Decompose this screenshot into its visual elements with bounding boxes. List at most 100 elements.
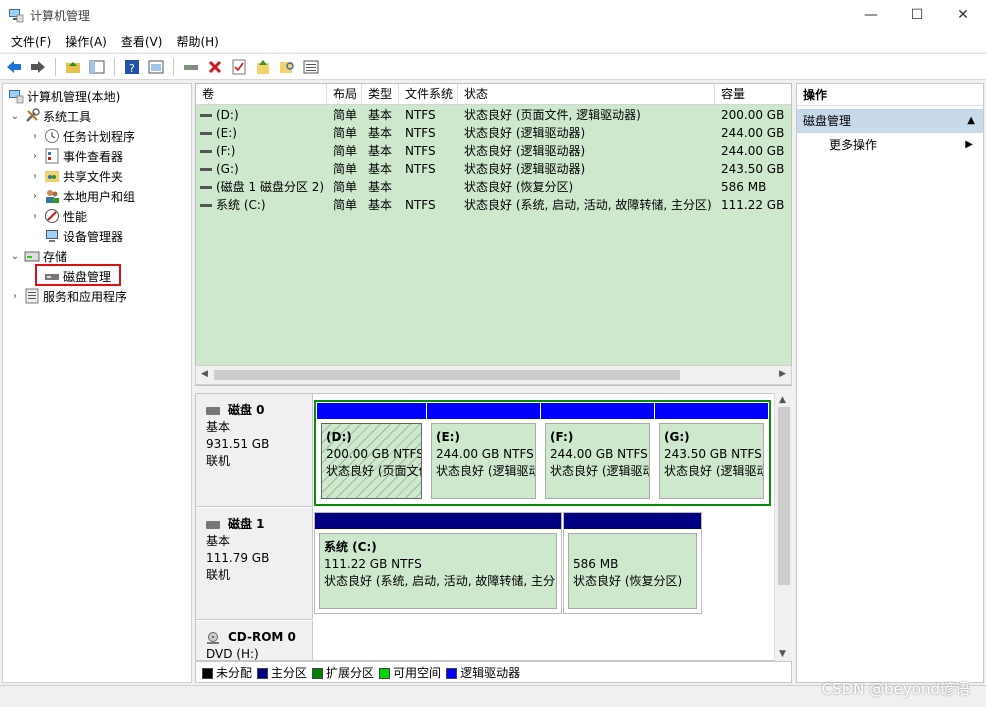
search-folder-icon[interactable] (277, 57, 297, 77)
tree-item-performance[interactable]: › 性能 (29, 206, 87, 226)
cell-status: 状态良好 (恢复分区) (464, 178, 573, 196)
cell-status: 状态良好 (页面文件, 逻辑驱动器) (464, 106, 641, 124)
scroll-right-icon[interactable]: ▶ (779, 369, 786, 379)
partition-c[interactable]: 系统 (C:) 111.22 GB NTFS 状态良好 (系统, 启动, 活动,… (314, 512, 562, 614)
cell-capacity-text: 243.50 GB (721, 162, 785, 176)
table-row[interactable]: (E:) 简单 基本 NTFS 状态良好 (逻辑驱动器) 244.00 GB (196, 124, 791, 142)
partition-body: (E:) 244.00 GB NTFS 状态良好 (逻辑驱动 (431, 423, 536, 499)
tree-item-label: 服务和应用程序 (43, 289, 128, 304)
menu-action[interactable]: 操作(A) (58, 33, 114, 50)
legend-logical: 逻辑驱动器 (446, 664, 520, 681)
menu-help[interactable]: 帮助(H) (169, 33, 225, 50)
close-button[interactable]: ✕ (940, 0, 986, 30)
scrollbar-thumb[interactable] (214, 370, 680, 380)
column-header-layout[interactable]: 布局 (327, 84, 362, 105)
partition-recovery[interactable]: 586 MB 状态良好 (恢复分区) (563, 512, 702, 614)
table-row[interactable]: 系统 (C:) 简单 基本 NTFS 状态良好 (系统, 启动, 活动, 故障转储, 主… (196, 196, 791, 214)
disk-0-label[interactable]: 磁盘 0 基本 931.51 GB 联机 (196, 394, 313, 507)
cdrom-icon (206, 631, 220, 644)
cell-capacity-text: 244.00 GB (721, 144, 785, 158)
tree-item-computer-management[interactable]: 计算机管理(本地) (5, 86, 120, 106)
column-header-status[interactable]: 状态 (458, 84, 715, 105)
partition-f[interactable]: (F:) 244.00 GB NTFS 状态良好 (逻辑驱动 (541, 403, 654, 503)
tree-item-storage[interactable]: ⌄ 存储 (9, 246, 67, 266)
delete-icon[interactable] (205, 57, 225, 77)
minimize-button[interactable]: — (848, 0, 894, 30)
partition-g[interactable]: (G:) 243.50 GB NTFS 状态良好 (逻辑驱动 (655, 403, 768, 503)
cell-status-text: 状态良好 (页面文件, 逻辑驱动器) (464, 108, 641, 122)
collapse-up-icon[interactable]: ▲ (967, 109, 975, 133)
properties-pane-icon[interactable] (146, 57, 166, 77)
back-icon[interactable] (4, 57, 24, 77)
legend-swatch (312, 667, 324, 679)
cell-capacity: 200.00 GB (721, 106, 784, 124)
tree-item-local-users[interactable]: › 本地用户和组 (29, 186, 135, 206)
menu-file[interactable]: 文件(F) (4, 33, 58, 50)
list-view-icon[interactable] (301, 57, 321, 77)
tree-item-event-viewer[interactable]: › 事件查看器 (29, 146, 123, 166)
tree-item-shared-folders[interactable]: › 共享文件夹 (29, 166, 123, 186)
cell-type: 基本 (368, 106, 392, 124)
volume-icon (200, 150, 212, 153)
scrollbar-thumb[interactable] (778, 407, 790, 585)
more-actions-item[interactable]: 更多操作 ▶ (797, 133, 983, 157)
check-icon[interactable] (229, 57, 249, 77)
menu-view[interactable]: 查看(V) (114, 33, 170, 50)
cell-status: 状态良好 (系统, 启动, 活动, 故障转储, 主分区) (464, 196, 712, 214)
legend-primary: 主分区 (257, 664, 307, 681)
cell-volume: (G:) (200, 160, 239, 178)
upload-icon[interactable] (253, 57, 273, 77)
cell-capacity-text: 586 MB (721, 180, 767, 194)
chevron-right-icon[interactable]: › (29, 171, 41, 182)
table-row[interactable]: (F:) 简单 基本 NTFS 状态良好 (逻辑驱动器) 244.00 GB (196, 142, 791, 160)
computer-management-icon (9, 90, 24, 104)
chevron-right-icon[interactable]: › (29, 191, 41, 202)
vertical-scrollbar[interactable]: ▲ ▼ (774, 393, 792, 661)
chevron-down-icon[interactable]: ⌄ (9, 111, 21, 122)
cell-type: 基本 (368, 160, 392, 178)
chevron-right-icon[interactable]: › (29, 151, 41, 162)
show-hide-tree-icon[interactable] (87, 57, 107, 77)
connect-drive-icon[interactable] (181, 57, 201, 77)
column-header-volume[interactable]: 卷 (196, 84, 327, 105)
partition-e[interactable]: (E:) 244.00 GB NTFS 状态良好 (逻辑驱动 (427, 403, 540, 503)
table-row[interactable]: (磁盘 1 磁盘分区 2) 简单 基本 状态良好 (恢复分区) 586 MB (196, 178, 791, 196)
actions-pane: 操作 磁盘管理 ▲ 更多操作 ▶ (796, 83, 984, 683)
forward-icon[interactable] (28, 57, 48, 77)
column-header-type[interactable]: 类型 (362, 84, 399, 105)
chevron-right-icon[interactable]: › (29, 211, 41, 222)
partition-name: 系统 (C:) (324, 540, 377, 554)
tree-item-device-manager[interactable]: 设备管理器 (41, 226, 123, 246)
up-folder-icon[interactable] (63, 57, 83, 77)
help-icon[interactable]: ? (122, 57, 142, 77)
horizontal-scrollbar[interactable]: ◀ ▶ (195, 365, 792, 385)
scroll-down-icon[interactable]: ▼ (779, 649, 786, 659)
scroll-left-icon[interactable]: ◀ (201, 369, 208, 379)
tree-item-services-apps[interactable]: › 服务和应用程序 (9, 286, 127, 306)
volume-icon (200, 132, 212, 135)
tree-item-label: 系统工具 (43, 109, 92, 124)
table-row[interactable]: (D:) 简单 基本 NTFS 状态良好 (页面文件, 逻辑驱动器) 200.00 GB (196, 106, 791, 124)
legend-swatch (257, 667, 269, 679)
cell-volume-text: (F:) (216, 144, 236, 158)
cell-capacity-text: 244.00 GB (721, 126, 785, 140)
scroll-up-icon[interactable]: ▲ (779, 395, 786, 405)
tree-item-task-scheduler[interactable]: › 任务计划程序 (29, 126, 135, 146)
tree-item-label: 任务计划程序 (63, 129, 136, 144)
disk-1-label[interactable]: 磁盘 1 基本 111.79 GB 联机 (196, 508, 313, 620)
column-header-capacity[interactable]: 容量 (715, 84, 791, 105)
cell-volume-text: (E:) (216, 126, 237, 140)
chevron-right-icon[interactable]: › (29, 131, 41, 142)
table-row[interactable]: (G:) 简单 基本 NTFS 状态良好 (逻辑驱动器) 243.50 GB (196, 160, 791, 178)
cdrom-0-label[interactable]: CD-ROM 0 DVD (H:) (196, 621, 313, 660)
chevron-down-icon[interactable]: ⌄ (9, 251, 21, 262)
partition-status: 状态良好 (恢复分区) (573, 574, 683, 588)
column-header-filesystem[interactable]: 文件系统 (399, 84, 458, 105)
partition-d[interactable]: (D:) 200.00 GB NTFS 状态良好 (页面文件 (317, 403, 426, 503)
tree-item-system-tools[interactable]: ⌄ 系统工具 (9, 106, 91, 126)
actions-section-disk-management[interactable]: 磁盘管理 ▲ (797, 109, 983, 133)
disk-name: 磁盘 0 (228, 403, 265, 417)
chevron-right-icon[interactable]: › (9, 291, 21, 302)
maximize-button[interactable]: ☐ (894, 0, 940, 30)
partition-name: (E:) (436, 430, 460, 444)
